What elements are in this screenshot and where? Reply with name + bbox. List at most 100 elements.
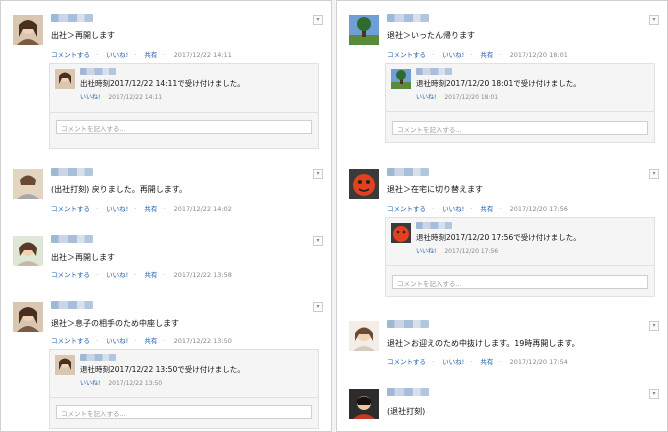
post-menu-chevron-icon[interactable]: ▾: [649, 15, 659, 25]
like-link[interactable]: いいね!: [442, 51, 464, 59]
comment-link[interactable]: コメントする: [51, 337, 90, 345]
post-actions: コメントする · いいね! · 共有 · 2017/12/20 17:54: [387, 358, 568, 366]
author-name-redacted[interactable]: [387, 388, 429, 396]
comment-input[interactable]: コメントを記入する...: [392, 275, 648, 289]
author-name-redacted[interactable]: [51, 235, 93, 243]
comment-input[interactable]: コメントを記入する...: [392, 121, 648, 135]
avatar[interactable]: [349, 321, 379, 351]
avatar[interactable]: [349, 389, 379, 419]
avatar[interactable]: [349, 169, 379, 199]
comment-link[interactable]: コメントする: [387, 205, 426, 213]
like-link[interactable]: いいね!: [442, 205, 464, 213]
post-message: 退社＞息子の相手のため中座します: [51, 319, 179, 328]
comment-input[interactable]: コメントを記入する...: [56, 405, 312, 419]
reply-timestamp[interactable]: 2017/12/22 14:11: [108, 94, 162, 101]
comment-link[interactable]: コメントする: [387, 358, 426, 366]
post-message: 出社＞再開します: [51, 31, 115, 40]
avatar[interactable]: [13, 302, 43, 332]
divider: [386, 265, 654, 266]
avatar[interactable]: [13, 236, 43, 266]
avatar[interactable]: [55, 69, 75, 89]
author-name-redacted[interactable]: [387, 168, 429, 176]
post-timestamp[interactable]: 2017/12/22 14:02: [174, 205, 232, 213]
post-message: (出社打刻) 戻りました。再開します。: [51, 185, 187, 194]
post-actions: コメントする · いいね! · 共有 · 2017/12/22 13:58: [51, 271, 232, 279]
timeline-panel-right: ▾ 退社＞いったん帰ります コメントする · いいね! · 共有 · 2017/12/…: [336, 0, 668, 432]
author-name-redacted[interactable]: [51, 168, 93, 176]
avatar[interactable]: [349, 15, 379, 45]
reply-meta: いいね! 2017/12/20 17:56: [416, 246, 498, 255]
author-name-redacted[interactable]: [51, 301, 93, 309]
like-link[interactable]: いいね!: [106, 271, 128, 279]
share-link[interactable]: 共有: [480, 358, 493, 366]
author-name-redacted[interactable]: [51, 14, 93, 22]
post-timestamp[interactable]: 2017/12/20 18:01: [510, 51, 568, 59]
divider: [50, 112, 318, 113]
reply-timestamp[interactable]: 2017/12/20 18:01: [444, 94, 498, 101]
avatar[interactable]: [13, 15, 43, 45]
post-menu-chevron-icon[interactable]: ▾: [313, 236, 323, 246]
like-link[interactable]: いいね!: [416, 248, 436, 255]
share-link[interactable]: 共有: [480, 205, 493, 213]
post-menu-chevron-icon[interactable]: ▾: [649, 389, 659, 399]
like-link[interactable]: いいね!: [416, 94, 436, 101]
like-link[interactable]: いいね!: [80, 94, 100, 101]
comment-link[interactable]: コメントする: [51, 271, 90, 279]
divider: [50, 397, 318, 398]
author-name-redacted[interactable]: [416, 68, 452, 75]
timeline-panel-left: ▾ 出社＞再開します コメントする · いいね! · 共有 · 2017/12/22 …: [0, 0, 332, 432]
post-menu-chevron-icon[interactable]: ▾: [649, 169, 659, 179]
share-link[interactable]: 共有: [144, 51, 157, 59]
reply-message: 退社時刻2017/12/20 17:56で受け付けました。: [416, 233, 581, 242]
avatar[interactable]: [55, 355, 75, 375]
post-timestamp[interactable]: 2017/12/20 17:56: [510, 205, 568, 213]
share-link[interactable]: 共有: [144, 337, 157, 345]
share-link[interactable]: 共有: [480, 51, 493, 59]
comment-link[interactable]: コメントする: [387, 51, 426, 59]
avatar[interactable]: [391, 69, 411, 89]
post-message: 出社＞再開します: [51, 253, 115, 262]
share-link[interactable]: 共有: [144, 205, 157, 213]
share-link[interactable]: 共有: [144, 271, 157, 279]
reply-message: 退社時刻2017/12/22 13:50で受け付けました。: [80, 365, 245, 374]
avatar[interactable]: [391, 223, 411, 243]
like-link[interactable]: いいね!: [106, 337, 128, 345]
post-message: 退社＞お迎えのため中抜けします。19時再開します。: [387, 339, 580, 348]
author-name-redacted[interactable]: [416, 222, 452, 229]
author-name-redacted[interactable]: [387, 320, 429, 328]
post-actions: コメントする · いいね! · 共有 · 2017/12/22 14:11: [51, 51, 232, 59]
reply-timestamp[interactable]: 2017/12/22 13:50: [108, 380, 162, 387]
avatar[interactable]: [13, 169, 43, 199]
like-link[interactable]: いいね!: [106, 51, 128, 59]
author-name-redacted[interactable]: [387, 14, 429, 22]
post-timestamp[interactable]: 2017/12/22 13:58: [174, 271, 232, 279]
reply-thread: 退社時刻2017/12/22 13:50で受け付けました。 いいね! 2017/…: [49, 349, 319, 429]
post-message: 退社＞いったん帰ります: [387, 31, 475, 40]
author-name-redacted[interactable]: [80, 354, 116, 361]
post-menu-chevron-icon[interactable]: ▾: [649, 321, 659, 331]
post-timestamp[interactable]: 2017/12/22 13:50: [174, 337, 232, 345]
divider: [386, 111, 654, 112]
like-link[interactable]: いいね!: [442, 358, 464, 366]
author-name-redacted[interactable]: [80, 68, 116, 75]
like-link[interactable]: いいね!: [106, 205, 128, 213]
post-actions: コメントする · いいね! · 共有 · 2017/12/22 13:50: [51, 337, 232, 345]
like-link[interactable]: いいね!: [80, 380, 100, 387]
post-menu-chevron-icon[interactable]: ▾: [313, 15, 323, 25]
post-menu-chevron-icon[interactable]: ▾: [313, 302, 323, 312]
reply-thread: 退社時刻2017/12/20 17:56で受け付けました。 いいね! 2017/…: [385, 217, 655, 297]
reply-meta: いいね! 2017/12/20 18:01: [416, 92, 498, 101]
reply-meta: いいね! 2017/12/22 13:50: [80, 378, 162, 387]
reply-meta: いいね! 2017/12/22 14:11: [80, 92, 162, 101]
post-message: (退社打刻): [387, 407, 426, 416]
post-message: 退社＞在宅に切り替えます: [387, 185, 483, 194]
comment-link[interactable]: コメントする: [51, 51, 90, 59]
reply-timestamp[interactable]: 2017/12/20 17:56: [444, 248, 498, 255]
post-timestamp[interactable]: 2017/12/22 14:11: [174, 51, 232, 59]
post-menu-chevron-icon[interactable]: ▾: [313, 169, 323, 179]
reply-thread: 出社時刻2017/12/22 14:11で受け付けました。 いいね! 2017/…: [49, 63, 319, 149]
comment-link[interactable]: コメントする: [51, 205, 90, 213]
reply-thread: 退社時刻2017/12/20 18:01で受け付けました。 いいね! 2017/…: [385, 63, 655, 143]
post-timestamp[interactable]: 2017/12/20 17:54: [510, 358, 568, 366]
comment-input[interactable]: コメントを記入する...: [56, 120, 312, 134]
